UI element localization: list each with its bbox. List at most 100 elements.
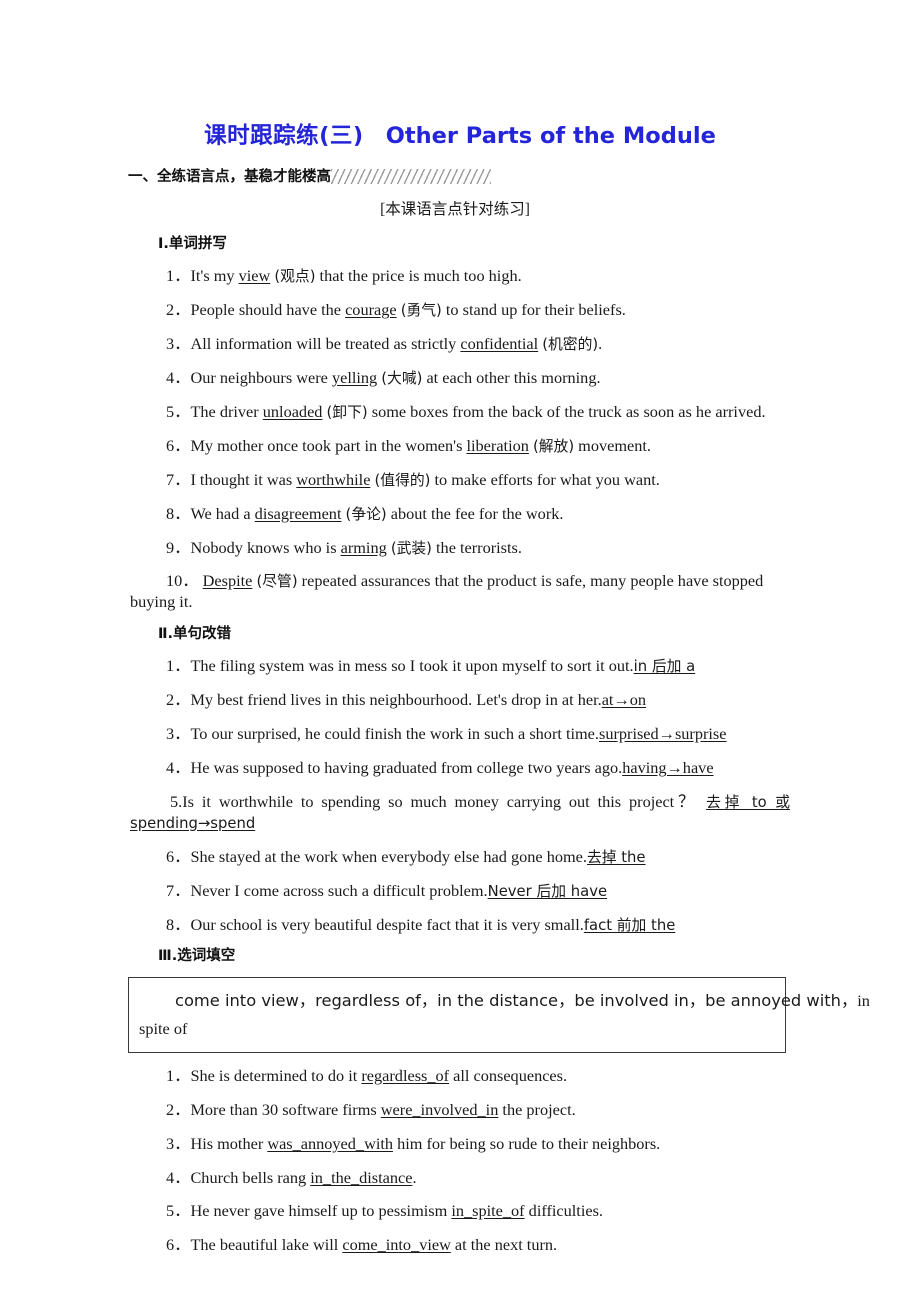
- item-gloss: (勇气): [400, 301, 442, 319]
- item-answer: in 后加 a: [633, 658, 696, 676]
- item-gloss: (解放): [532, 437, 575, 455]
- item-sentence: Is it worthwhile to spending so much mon…: [182, 791, 699, 811]
- item-answer: was_annoyed_with: [267, 1133, 394, 1153]
- item-sentence: She stayed at the work when everybody el…: [190, 846, 587, 866]
- item-answer: in_spite_of: [451, 1201, 525, 1221]
- item-answer: in_the_distance: [310, 1167, 413, 1187]
- item-text-pre: He never gave himself up to pessimism: [190, 1201, 452, 1221]
- exercise-item: 8．We had a disagreement (争论) about the f…: [130, 504, 790, 525]
- item-gloss: (争论): [345, 505, 387, 523]
- item-sentence: To our surprised, he could finish the wo…: [190, 724, 599, 744]
- item-answer: Despite: [202, 571, 253, 591]
- exercise-item: 1．It's my view (观点) that the price is mu…: [130, 266, 790, 287]
- word-bank-line-2: spite of: [139, 1018, 188, 1038]
- item-answer: were_involved_in: [380, 1099, 499, 1119]
- item-text-pre: All information will be treated as stric…: [190, 333, 461, 353]
- section-heading-1: Ⅰ.单词拼写: [158, 236, 227, 252]
- word-bank-entry: be involved in，: [574, 991, 706, 1011]
- cloze-item: 4．Church bells rang in_the_distance.: [130, 1168, 790, 1189]
- item-text-post: the project.: [498, 1099, 576, 1119]
- correction-item: 2．My best friend lives in this neighbour…: [130, 690, 790, 711]
- item-text-post: that the price is much too high.: [315, 266, 522, 285]
- page-title-english: Other Parts of the Module: [385, 123, 716, 149]
- exercise-item: 9．Nobody knows who is arming (武装) the te…: [130, 538, 790, 559]
- item-answer: having→have: [622, 757, 714, 777]
- item-gloss: (机密的): [542, 335, 599, 353]
- item-text-post: to make efforts for what you want.: [430, 469, 660, 489]
- item-number: 2．: [166, 1099, 191, 1119]
- item-number: 5.: [170, 791, 183, 811]
- word-bank-entry: be annoyed with，: [705, 991, 858, 1011]
- item-number: 3．: [166, 724, 191, 744]
- section-banner-label: 一、全练语言点，基稳才能楼高: [128, 169, 331, 185]
- word-bank-entry: regardless of，: [315, 991, 438, 1011]
- item-gloss: (武装): [390, 539, 432, 557]
- item-text-pre: She is determined to do it: [190, 1065, 362, 1085]
- item-number: 1．: [166, 656, 191, 676]
- item-answer: yelling: [331, 367, 378, 387]
- item-text-pre: I thought it was: [190, 469, 297, 489]
- cloze-item: 1．She is determined to do it regardless_…: [130, 1066, 790, 1087]
- item-number: 8．: [166, 503, 191, 523]
- item-answer: Never 后加 have: [487, 882, 608, 900]
- item-answer: surprised→surprise: [598, 724, 727, 744]
- item-text-pre: It's my: [190, 266, 239, 285]
- item-gloss: (卸下): [326, 403, 368, 421]
- item-number: 10．: [166, 571, 199, 591]
- item-text-post: to stand up for their beliefs.: [441, 299, 626, 319]
- correction-item: 8．Our school is very beautiful despite f…: [130, 915, 790, 936]
- item-gloss: (大喊): [381, 369, 423, 387]
- cloze-item: 6．The beautiful lake will come_into_view…: [130, 1235, 790, 1256]
- exercise-item: 4．Our neighbours were yelling (大喊) at ea…: [130, 368, 790, 389]
- item-answer: arming: [340, 537, 387, 557]
- correction-item: 5.Is it worthwhile to spending so much m…: [130, 792, 790, 834]
- cloze-item: 3．His mother was_annoyed_with him for be…: [130, 1134, 790, 1155]
- item-text-post: some boxes from the back of the truck as…: [367, 401, 766, 421]
- correction-item: 1．The filing system was in mess so I too…: [130, 656, 790, 677]
- item-text-pre: More than 30 software firms: [190, 1099, 381, 1119]
- item-sentence: Our school is very beautiful despite fac…: [190, 914, 584, 934]
- item-number: 8．: [166, 914, 191, 934]
- exercise-item: 3．All information will be treated as str…: [130, 334, 790, 355]
- page-title-chinese: 课时跟踪练(三): [204, 123, 364, 149]
- item-answer: courage: [345, 299, 397, 319]
- item-text-pre: We had a: [190, 503, 255, 523]
- item-number: 2．: [166, 690, 191, 710]
- item-answer: at→on: [601, 690, 647, 710]
- item-number: 2．: [166, 299, 191, 319]
- item-answer: come_into_view: [342, 1235, 451, 1255]
- worksheet-page: 课时跟踪练(三) Other Parts of the Module 一、全练语言…: [0, 0, 920, 1302]
- item-number: 4．: [166, 1167, 191, 1187]
- item-answer: 去掉 the: [586, 848, 646, 866]
- item-text-post: the terrorists.: [431, 537, 522, 557]
- item-text-post: .: [412, 1167, 417, 1187]
- word-bank-entry: in the distance，: [437, 991, 575, 1011]
- item-number: 7．: [166, 880, 191, 900]
- item-text-post: movement.: [574, 435, 651, 455]
- item-answer: worthwhile: [296, 469, 371, 489]
- item-text-post: him for being so rude to their neighbors…: [393, 1133, 661, 1153]
- correction-item: 4．He was supposed to having graduated fr…: [130, 758, 790, 779]
- item-answer: unloaded: [262, 401, 323, 421]
- item-number: 1．: [166, 266, 191, 285]
- item-number: 5．: [166, 1201, 191, 1221]
- item-text-pre: The driver: [190, 401, 263, 421]
- item-text-pre: Nobody knows who is: [190, 537, 341, 557]
- item-text-pre: The beautiful lake will: [190, 1235, 343, 1255]
- page-title: 课时跟踪练(三) Other Parts of the Module: [130, 118, 790, 150]
- item-gloss: (观点): [274, 268, 316, 285]
- item-number: 4．: [166, 367, 191, 387]
- page-content: 课时跟踪练(三) Other Parts of the Module 一、全练语言…: [128, 0, 870, 1256]
- word-bank-entry: in: [857, 991, 870, 1011]
- item-number: 6．: [166, 435, 191, 455]
- cloze-item: 2．More than 30 software firms were_invol…: [130, 1100, 790, 1121]
- word-bank-entry: come into view，: [175, 991, 316, 1011]
- item-number: 1．: [166, 1065, 191, 1085]
- correction-item: 6．She stayed at the work when everybody …: [130, 847, 790, 868]
- item-number: 5．: [166, 401, 191, 421]
- item-answer: view: [238, 266, 271, 285]
- item-sentence: The filing system was in mess so I took …: [190, 656, 634, 676]
- item-number: 6．: [166, 1235, 191, 1255]
- item-number: 3．: [166, 333, 191, 353]
- item-answer: confidential: [460, 333, 539, 353]
